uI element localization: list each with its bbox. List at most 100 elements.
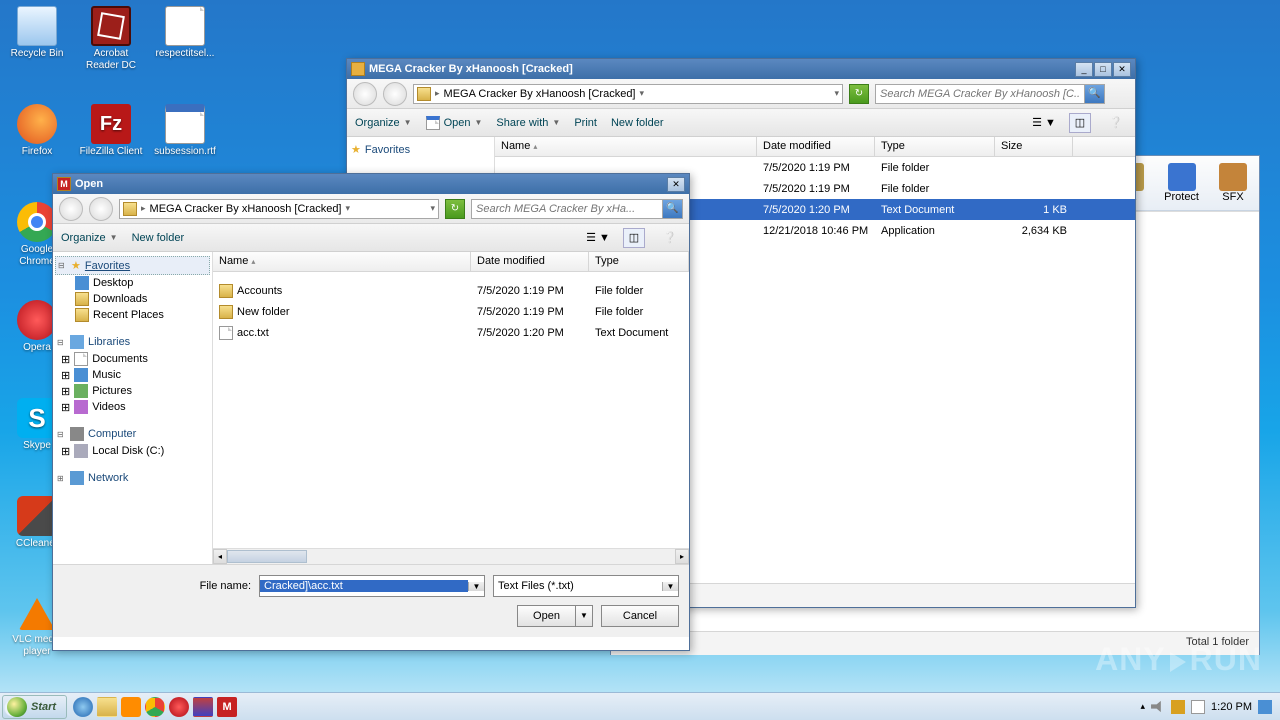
search-input[interactable] — [876, 88, 1084, 100]
start-button[interactable]: Start — [2, 695, 67, 719]
search-button[interactable]: 🔍 — [662, 200, 682, 218]
filename-value: Cracked]\acc.txt — [260, 580, 468, 592]
search-input[interactable] — [472, 203, 662, 215]
sidebar-downloads[interactable]: Downloads — [55, 291, 210, 307]
maximize-button[interactable]: □ — [1094, 62, 1112, 77]
search-button[interactable]: 🔍 — [1084, 85, 1104, 103]
minimize-button[interactable]: _ — [1075, 62, 1093, 77]
sidebar-documents[interactable]: ⊞Documents — [55, 351, 210, 367]
chevron-right-icon: ▸ — [435, 88, 440, 99]
taskbar[interactable]: Start M ▴ 1:20 PM — [0, 692, 1280, 720]
dialog-title: Open — [75, 178, 667, 190]
sidebar-pictures[interactable]: ⊞Pictures — [55, 383, 210, 399]
sidebar-music[interactable]: ⊞Music — [55, 367, 210, 383]
folder-icon — [351, 62, 365, 76]
help-button[interactable]: ❔ — [659, 228, 681, 248]
firefox-icon[interactable]: Firefox — [2, 146, 72, 158]
file-icon[interactable]: respectitsel... — [150, 48, 220, 60]
preview-pane-button[interactable]: ◫ — [1069, 113, 1091, 133]
horizontal-scrollbar[interactable]: ◂▸ — [213, 548, 689, 564]
sidebar-favorites[interactable]: ★Favorites — [349, 141, 492, 158]
taskbar-opera-icon[interactable] — [169, 697, 189, 717]
open-button[interactable]: Open▼ — [517, 605, 593, 627]
sidebar-videos[interactable]: ⊞Videos — [55, 399, 210, 415]
flag-icon[interactable] — [1191, 700, 1205, 714]
file-row[interactable]: Accounts7/5/2020 1:19 PMFile folder — [213, 280, 689, 301]
column-headers[interactable]: Name ▴ Date modified Type — [213, 252, 689, 272]
organize-menu[interactable]: Organize▼ — [61, 232, 118, 244]
explorer-title: MEGA Cracker By xHanoosh [Cracked] — [369, 63, 1075, 75]
sidebar-desktop[interactable]: Desktop — [55, 275, 210, 291]
explorer-titlebar[interactable]: MEGA Cracker By xHanoosh [Cracked] _ □ ✕ — [347, 59, 1135, 79]
watermark: ANYRUN — [1095, 641, 1262, 678]
filter-value: Text Files (*.txt) — [494, 580, 662, 592]
taskbar-app1-icon[interactable] — [121, 697, 141, 717]
dialog-titlebar[interactable]: M Open ✕ — [53, 174, 689, 194]
sidebar-network[interactable]: ⊞Network — [55, 469, 210, 487]
taskbar-explorer-icon[interactable] — [97, 697, 117, 717]
back-button[interactable] — [59, 197, 83, 221]
chevron-down-icon: ▼ — [468, 582, 484, 591]
file-row[interactable]: New folder7/5/2020 1:19 PMFile folder — [213, 301, 689, 322]
taskbar-chrome-icon[interactable] — [145, 697, 165, 717]
bgwin-protect: Protect — [1164, 191, 1199, 203]
windows-orb-icon — [7, 697, 27, 717]
open-dialog: M Open ✕ ▸ MEGA Cracker By xHanoosh [Cra… — [52, 173, 690, 651]
sidebar-recent[interactable]: Recent Places — [55, 307, 210, 323]
sidebar-localdisk[interactable]: ⊞Local Disk (C:) — [55, 443, 210, 459]
filezilla-icon[interactable]: FileZilla Client — [76, 146, 146, 158]
open-menu[interactable]: Open▼ — [426, 116, 483, 130]
refresh-button[interactable]: ↻ — [849, 84, 869, 104]
sidebar-computer[interactable]: ⊟Computer — [55, 425, 210, 443]
folder-icon — [123, 202, 137, 216]
recycle-bin-icon[interactable]: Recycle Bin — [2, 48, 72, 60]
print-button[interactable]: Print — [574, 117, 597, 129]
column-headers[interactable]: Name ▴ Date modified Type Size — [495, 137, 1135, 157]
chevron-down-icon[interactable]: ▾ — [834, 88, 839, 99]
volume-icon[interactable] — [1151, 700, 1165, 714]
show-desktop[interactable] — [1258, 700, 1272, 714]
sidebar-libraries[interactable]: ⊟Libraries — [55, 333, 210, 351]
folder-icon — [417, 87, 431, 101]
filename-combo[interactable]: Cracked]\acc.txt▼ — [259, 575, 485, 597]
rtf-icon[interactable]: subsession.rtf — [150, 146, 220, 158]
chevron-down-icon: ▼ — [575, 605, 593, 627]
taskbar-mega-icon[interactable]: M — [217, 697, 237, 717]
search-box[interactable]: 🔍 — [875, 84, 1105, 104]
back-button[interactable] — [353, 82, 377, 106]
forward-button[interactable] — [89, 197, 113, 221]
forward-button[interactable] — [383, 82, 407, 106]
search-box[interactable]: 🔍 — [471, 199, 683, 219]
dialog-sidebar: ⊟★Favorites Desktop Downloads Recent Pla… — [53, 252, 213, 564]
share-menu[interactable]: Share with▼ — [496, 117, 560, 129]
tray-chevron-icon[interactable]: ▴ — [1141, 701, 1146, 712]
newfolder-button[interactable]: New folder — [611, 117, 664, 129]
acrobat-icon[interactable]: Acrobat Reader DC — [76, 48, 146, 72]
file-list[interactable]: Accounts7/5/2020 1:19 PMFile folder New … — [213, 272, 689, 548]
filename-label: File name: — [191, 580, 251, 592]
view-menu[interactable]: ☰▼ — [1033, 113, 1055, 133]
path-text: MEGA Cracker By xHanoosh [Cracked] — [444, 88, 636, 100]
taskbar-ie-icon[interactable] — [73, 697, 93, 717]
refresh-button[interactable]: ↻ — [445, 199, 465, 219]
file-row[interactable]: acc.txt7/5/2020 1:20 PMText Document — [213, 322, 689, 343]
system-tray[interactable]: ▴ 1:20 PM — [1135, 700, 1279, 714]
close-button[interactable]: ✕ — [1113, 62, 1131, 77]
chevron-down-icon: ▼ — [662, 582, 678, 591]
address-bar[interactable]: ▸ MEGA Cracker By xHanoosh [Cracked] ▾ ▾ — [119, 199, 439, 219]
help-button[interactable]: ❔ — [1105, 113, 1127, 133]
close-button[interactable]: ✕ — [667, 177, 685, 192]
organize-menu[interactable]: Organize▼ — [355, 117, 412, 129]
preview-pane-button[interactable]: ◫ — [623, 228, 645, 248]
newfolder-button[interactable]: New folder — [132, 232, 185, 244]
taskbar-app2-icon[interactable] — [193, 697, 213, 717]
bgwin-sfx: SFX — [1222, 191, 1243, 203]
view-menu[interactable]: ☰▼ — [587, 228, 609, 248]
cancel-button[interactable]: Cancel — [601, 605, 679, 627]
filter-combo[interactable]: Text Files (*.txt)▼ — [493, 575, 679, 597]
address-bar[interactable]: ▸ MEGA Cracker By xHanoosh [Cracked] ▾ ▾ — [413, 84, 843, 104]
sidebar-favorites[interactable]: ⊟★Favorites — [55, 256, 210, 275]
network-icon[interactable] — [1171, 700, 1185, 714]
chevron-down-icon[interactable]: ▾ — [640, 88, 645, 99]
clock[interactable]: 1:20 PM — [1211, 701, 1252, 713]
